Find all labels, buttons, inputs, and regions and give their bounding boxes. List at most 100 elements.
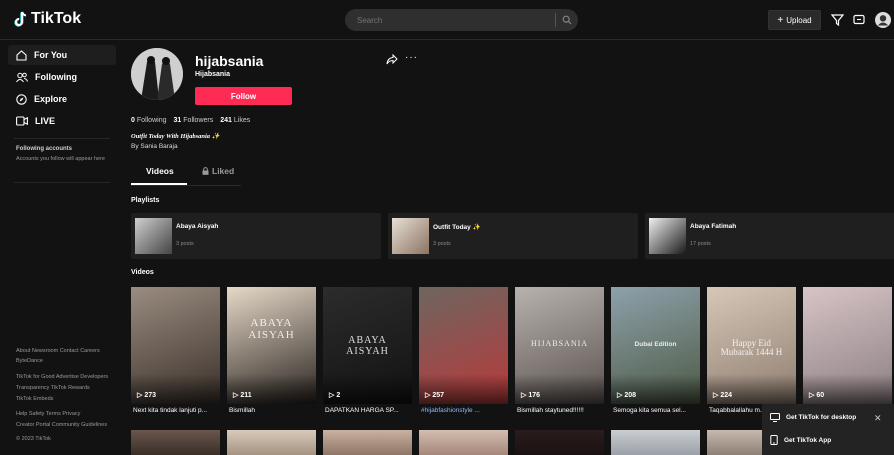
tiktok-logo[interactable]: TikTok — [14, 10, 81, 28]
search-input[interactable] — [355, 14, 549, 26]
video-card[interactable]: ▷ 257 — [419, 287, 508, 404]
upload-button[interactable]: + Upload — [768, 10, 821, 30]
playlist-card[interactable]: Abaya Fatimah 17 posts — [645, 213, 894, 259]
video-card[interactable] — [227, 430, 316, 455]
video-card[interactable] — [323, 430, 412, 455]
monitor-icon — [770, 413, 780, 422]
video-caption[interactable]: #hijabfashionstyle ... — [421, 407, 510, 414]
phone-icon — [770, 435, 778, 445]
search-icon[interactable] — [562, 15, 572, 25]
play-icon: ▷ — [233, 392, 239, 399]
playlists-title: Playlists — [131, 197, 160, 204]
video-caption[interactable]: Semoga kita semua sel... — [613, 407, 702, 414]
video-overlay-text: Happy Eid Mubarak 1444 H — [720, 338, 783, 357]
play-icon: ▷ — [617, 392, 623, 399]
search-divider — [555, 13, 556, 27]
copyright: © 2023 TikTok — [16, 436, 51, 442]
profile-main: hijabsania Hijabsania Follow ··· 0 Follow… — [118, 40, 894, 455]
video-overlay-text: HIJABSANIA — [530, 339, 589, 348]
playlist-thumbnail — [135, 218, 172, 254]
video-views: ▷ 208 — [617, 391, 637, 400]
nav-for-you[interactable]: For You — [8, 45, 116, 65]
video-card[interactable] — [515, 430, 604, 455]
nav-label: Explore — [34, 94, 68, 104]
following-stat[interactable]: 0 Following — [131, 117, 166, 124]
get-app-popup: Get TikTok for desktop ✕ Get TikTok App — [762, 404, 894, 455]
play-icon: ▷ — [521, 392, 527, 399]
video-caption[interactable]: Bismillah staytuned!!!!!! — [517, 407, 606, 414]
footer-link-row[interactable]: Help Safety Terms Privacy — [16, 411, 80, 418]
following-accounts-note: Accounts you follow will appear here — [16, 156, 105, 162]
playlist-title: Outfit Today ✨ — [433, 224, 481, 231]
play-icon: ▷ — [137, 392, 143, 399]
tab-videos[interactable]: Videos — [146, 166, 174, 176]
video-views: ▷ 273 — [137, 391, 157, 400]
video-card[interactable] — [419, 430, 508, 455]
nav-live[interactable]: LIVE — [8, 111, 116, 131]
search-bar[interactable] — [345, 9, 578, 31]
footer-link-row[interactable]: About Newsroom Contact Careers — [16, 348, 100, 355]
video-views: ▷ 211 — [233, 391, 252, 400]
close-icon[interactable]: ✕ — [874, 413, 882, 424]
footer-link-row[interactable]: TikTok for Good Advertise Developers — [16, 374, 108, 381]
video-views: ▷ 176 — [521, 391, 541, 400]
playlist-thumbnail — [392, 218, 429, 254]
video-views: ▷ 60 — [809, 391, 825, 400]
video-card[interactable] — [611, 430, 700, 455]
playlist-posts: 3 posts — [176, 241, 194, 247]
video-caption[interactable]: Next kita tindak lanjuti p... — [133, 407, 222, 414]
video-card[interactable]: ABAYA AISYAH ▷ 211 — [227, 287, 316, 404]
tab-divider — [131, 185, 241, 186]
compass-icon — [16, 93, 27, 105]
profile-nickname: Hijabsania — [195, 71, 231, 78]
video-card[interactable] — [131, 430, 220, 455]
profile-bio-line: Outfit Today With Hijabsania ✨ — [131, 133, 220, 140]
video-card[interactable]: ABAYA AISYAH ▷ 2 — [323, 287, 412, 404]
follow-button[interactable]: Follow — [195, 87, 292, 105]
video-card[interactable]: ▷ 60 — [803, 287, 892, 404]
video-views: ▷ 2 — [329, 391, 341, 400]
share-icon[interactable] — [386, 54, 398, 65]
video-caption[interactable]: Bismillah — [229, 407, 318, 414]
profile-bio-line: By Sania Baraja — [131, 143, 178, 150]
more-options-icon[interactable]: ··· — [405, 52, 418, 63]
footer-link-row[interactable]: TikTok Embeds — [16, 396, 53, 403]
users-icon — [16, 72, 28, 82]
profile-stats: 0 Following 31 Followers 241 Likes — [131, 117, 250, 124]
home-icon — [16, 49, 27, 61]
message-icon[interactable] — [851, 12, 867, 28]
videos-title: Videos — [131, 269, 154, 276]
profile-username: hijabsania — [195, 53, 264, 69]
playlist-title: Abaya Fatimah — [690, 223, 737, 230]
video-caption[interactable]: DAPATKAN HARGA SP... — [325, 407, 414, 414]
profile-avatar-icon[interactable] — [875, 12, 891, 28]
video-overlay-text: ABAYA AISYAH — [346, 335, 389, 357]
followers-stat[interactable]: 31 Followers — [173, 117, 213, 124]
play-icon: ▷ — [329, 392, 335, 399]
tab-liked[interactable]: Liked — [202, 166, 234, 176]
sidebar-divider — [14, 182, 110, 183]
video-overlay-text: Dubai Edition — [634, 341, 677, 348]
video-card[interactable]: ▷ 273 — [131, 287, 220, 404]
nav-explore[interactable]: Explore — [8, 89, 116, 109]
footer-link-row[interactable]: Transparency TikTok Rewards — [16, 385, 90, 392]
footer-link-row[interactable]: ByteDance — [16, 358, 43, 365]
sidebar: For You Following Explore LIVE Following… — [0, 40, 118, 455]
video-card[interactable]: Happy Eid Mubarak 1444 H ▷ 224 — [707, 287, 796, 404]
play-icon: ▷ — [809, 392, 815, 399]
likes-stat: 241 Likes — [220, 117, 251, 124]
playlist-card[interactable]: Abaya Aisyah 3 posts — [131, 213, 381, 259]
video-card[interactable]: Dubai Edition ▷ 208 — [611, 287, 700, 404]
video-card[interactable]: HIJABSANIA ▷ 176 — [515, 287, 604, 404]
inbox-filter-icon[interactable] — [829, 12, 845, 28]
playlist-title: Abaya Aisyah — [176, 223, 219, 230]
upload-label: Upload — [786, 15, 812, 25]
playlist-posts: 17 posts — [690, 241, 711, 247]
live-icon — [16, 116, 28, 126]
nav-following[interactable]: Following — [8, 67, 116, 87]
playlist-card[interactable]: Outfit Today ✨ 3 posts — [388, 213, 638, 259]
get-mobile-app-link[interactable]: Get TikTok App — [770, 435, 831, 445]
sidebar-divider — [14, 138, 110, 139]
footer-link-row[interactable]: Creator Portal Community Guidelines — [16, 422, 107, 429]
get-desktop-app-link[interactable]: Get TikTok for desktop — [770, 413, 856, 422]
